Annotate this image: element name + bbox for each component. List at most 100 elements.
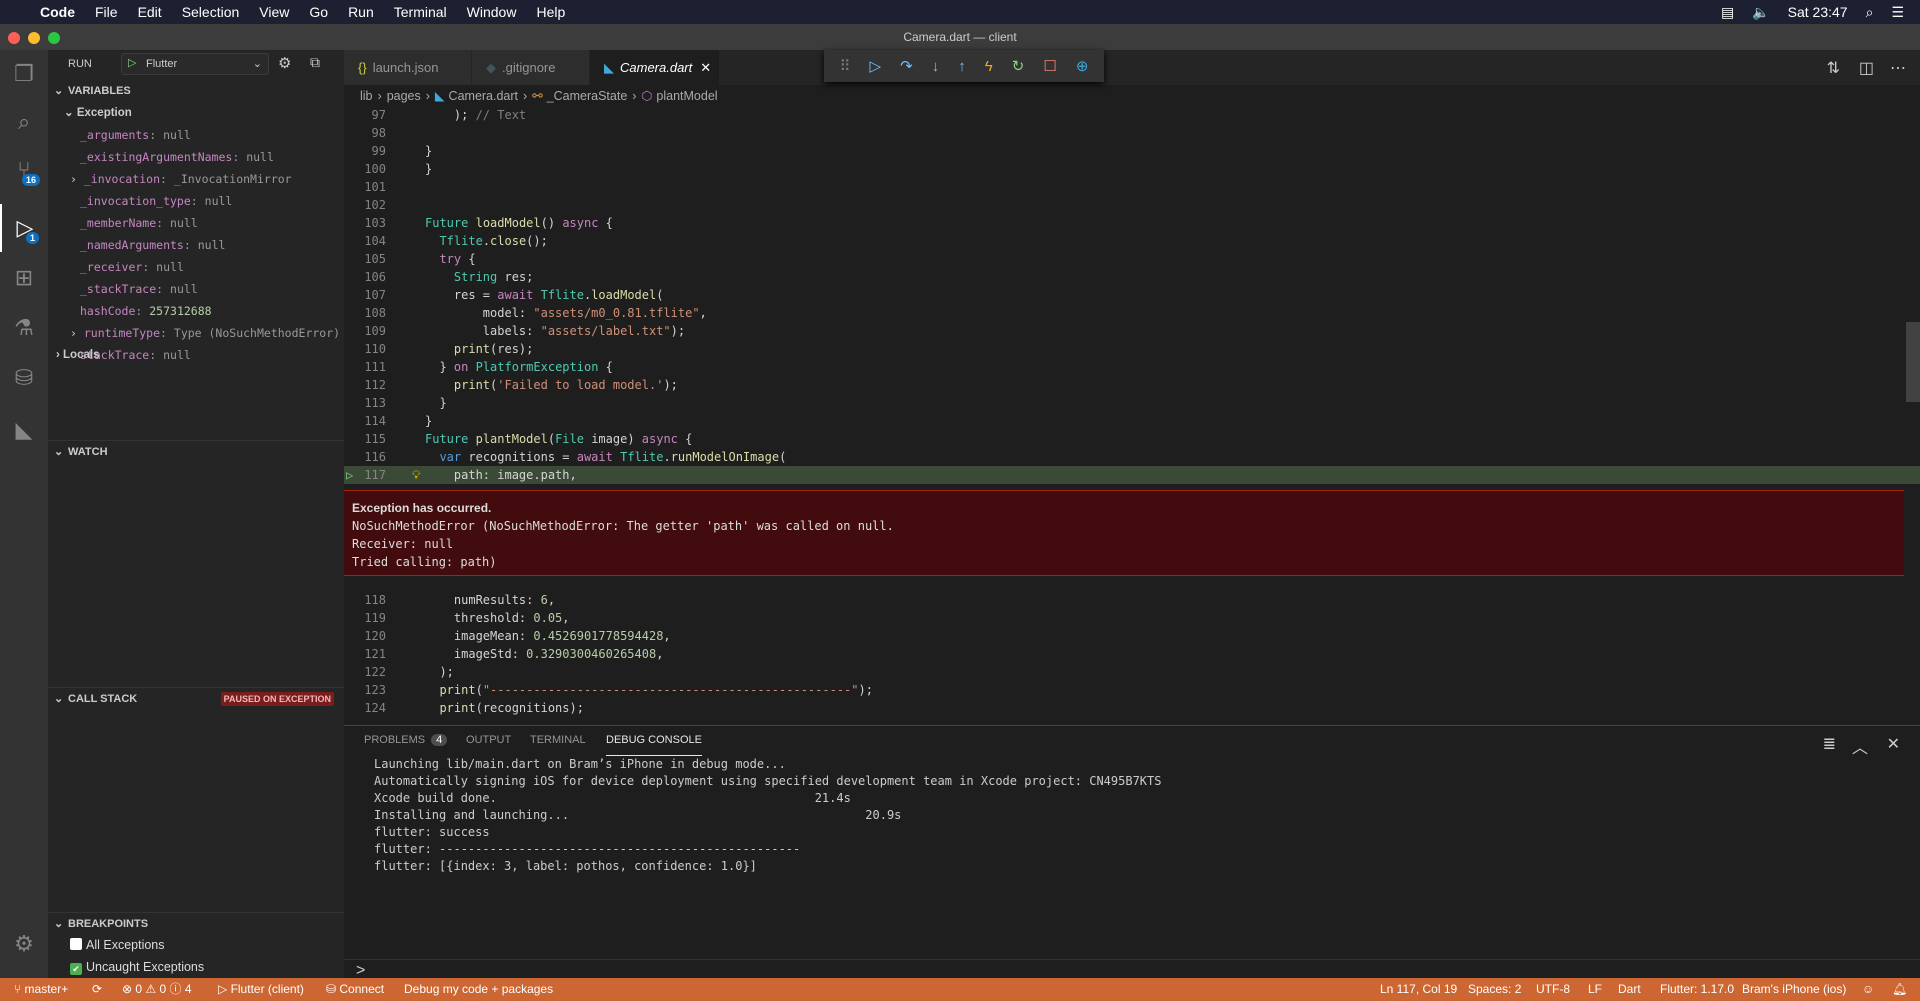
code-line[interactable]: 120 imageMean: 0.4526901778594428, — [344, 627, 1920, 645]
split-editor-icon[interactable]: ◫ — [1859, 58, 1874, 78]
breakpoint-item[interactable]: ✔ Uncaught Exceptions — [70, 956, 204, 978]
indentation[interactable]: Spaces: 2 — [1468, 978, 1521, 1001]
code-line[interactable]: 119 threshold: 0.05, — [344, 609, 1920, 627]
close-panel-icon[interactable]: ✕ — [1887, 734, 1900, 754]
debug-mode-status[interactable]: Debug my code + packages — [404, 978, 553, 1001]
code-line[interactable]: 103 Future loadModel() async { — [344, 214, 1920, 232]
menu-run[interactable]: Run — [338, 4, 384, 20]
code-line[interactable]: 101 — [344, 178, 1920, 196]
callstack-section-header[interactable]: ⌄ CALL STACK PAUSED ON EXCEPTION — [48, 687, 344, 709]
spotlight-search-icon[interactable]: ⌕ — [1866, 4, 1874, 21]
feedback-icon[interactable]: ☺ — [1862, 978, 1874, 1001]
branch-status[interactable]: ⑂ master+ — [14, 978, 68, 1001]
flutter-version[interactable]: Flutter: 1.17.0 — [1660, 978, 1734, 1001]
code-line[interactable]: 110 print(res); — [344, 340, 1920, 358]
code-line[interactable]: 111 } on PlatformException { — [344, 358, 1920, 376]
code-line[interactable]: 98 — [344, 124, 1920, 142]
extensions-icon[interactable]: ⊞ — [0, 254, 48, 302]
locals-scope[interactable]: › Locals — [56, 344, 99, 366]
debug-session-status[interactable]: ▷ Flutter (client) — [218, 978, 304, 1001]
code-line[interactable]: 113 } — [344, 394, 1920, 412]
code-line[interactable]: 107 res = await Tflite.loadModel( — [344, 286, 1920, 304]
menu-terminal[interactable]: Terminal — [384, 4, 457, 20]
code-line[interactable]: 116 var recognitions = await Tflite.runM… — [344, 448, 1920, 466]
code-line[interactable]: 122 ); — [344, 663, 1920, 681]
minimize-window-button[interactable] — [28, 32, 40, 44]
breadcrumb-item[interactable]: plantModel — [656, 89, 717, 103]
open-changes-icon[interactable]: ⇅ — [1827, 58, 1840, 78]
flutter-inspector-icon[interactable]: ⊕ — [1076, 57, 1089, 75]
panel-tab-problems[interactable]: PROBLEMS 4 — [364, 734, 448, 756]
clear-console-icon[interactable]: ≣ — [1823, 734, 1836, 754]
breadcrumb-item[interactable]: lib — [360, 89, 373, 103]
variable-item[interactable]: _namedArguments: null — [80, 234, 225, 256]
debug-console-input[interactable]: > — [344, 959, 1920, 979]
code-line[interactable]: 105 try { — [344, 250, 1920, 268]
variable-item[interactable]: _receiver: null — [80, 256, 184, 278]
variable-item[interactable]: hashCode: 257312688 — [80, 300, 212, 322]
code-line[interactable]: 102 — [344, 196, 1920, 214]
watch-section-header[interactable]: ⌄ WATCH — [48, 440, 344, 462]
menu-view[interactable]: View — [249, 4, 299, 20]
code-line[interactable]: 115 Future plantModel(File image) async { — [344, 430, 1920, 448]
restart-icon[interactable]: ↻ — [1012, 57, 1025, 75]
chevron-right-icon[interactable]: › — [70, 326, 84, 340]
run-debug-icon[interactable]: ▷ 1 — [0, 204, 48, 252]
device-selector[interactable]: Bram's iPhone (ios) — [1742, 978, 1846, 1001]
source-control-icon[interactable]: ⑂ 16 — [0, 146, 48, 194]
breakpoint-item[interactable]: All Exceptions — [70, 934, 165, 956]
menu-edit[interactable]: Edit — [128, 4, 172, 20]
volume-icon[interactable]: 🔈 — [1752, 4, 1769, 21]
code-line[interactable]: 117 ▷ 💡︎ path: image.path, — [344, 466, 1920, 484]
language-mode[interactable]: Dart — [1618, 978, 1641, 1001]
hot-reload-icon[interactable]: ϟ — [985, 58, 993, 75]
panel-tab-terminal[interactable]: TERMINAL — [530, 734, 586, 756]
connect-status[interactable]: ⛁ Connect — [326, 978, 384, 1001]
explorer-icon[interactable]: ❐ — [0, 50, 48, 98]
flag-icon[interactable]: ▤ — [1721, 4, 1734, 21]
problems-status[interactable]: ⊗ 0 ⚠ 0 ⓘ 4 — [122, 978, 192, 1001]
maximize-window-button[interactable] — [48, 32, 60, 44]
search-icon[interactable]: ⌕ — [0, 98, 48, 146]
panel-tab-output[interactable]: OUTPUT — [466, 734, 511, 756]
close-window-button[interactable] — [8, 32, 20, 44]
breadcrumb-item[interactable]: Camera.dart — [449, 89, 518, 103]
flutter-icon[interactable]: ◣ — [0, 406, 48, 454]
chevron-right-icon[interactable]: › — [70, 172, 84, 186]
settings-gear-icon[interactable]: ⚙ — [0, 920, 48, 968]
code-line[interactable]: 123 print("-----------------------------… — [344, 681, 1920, 699]
variable-item[interactable]: _invocation_type: null — [80, 190, 232, 212]
menu-window[interactable]: Window — [457, 4, 527, 20]
editor-scrollbar[interactable] — [1906, 322, 1920, 402]
breadcrumb-item[interactable]: pages — [387, 89, 421, 103]
code-line[interactable]: 112 print('Failed to load model.'); — [344, 376, 1920, 394]
tab-launchjson[interactable]: {} launch.json — [344, 50, 472, 85]
clock[interactable]: Sat 23:47 — [1788, 4, 1848, 20]
sync-icon[interactable]: ⟳ — [92, 978, 102, 1001]
menu-app-name[interactable]: Code — [30, 4, 85, 20]
breakpoints-section-header[interactable]: ⌄ BREAKPOINTS — [48, 912, 344, 934]
stop-icon[interactable]: ☐ — [1043, 57, 1056, 75]
menu-help[interactable]: Help — [526, 4, 575, 20]
code-line[interactable]: 99} — [344, 142, 1920, 160]
variable-item[interactable]: › _invocation: _InvocationMirror — [70, 168, 292, 190]
code-line[interactable]: 106 String res; — [344, 268, 1920, 286]
tab-Cameradart[interactable]: ◣ Camera.dart ✕ — [590, 50, 720, 85]
step-into-icon[interactable]: ↓ — [932, 58, 940, 75]
encoding[interactable]: UTF-8 — [1536, 978, 1570, 1001]
start-debugging-icon[interactable]: ▷ — [128, 56, 136, 69]
code-line[interactable]: 100} — [344, 160, 1920, 178]
gear-icon[interactable]: ⚙ — [278, 54, 291, 72]
variable-item[interactable]: _arguments: null — [80, 124, 191, 146]
menu-file[interactable]: File — [85, 4, 128, 20]
cursor-position[interactable]: Ln 117, Col 19 — [1380, 978, 1457, 1001]
exception-scope[interactable]: ⌄ Exception — [64, 102, 132, 124]
debug-console-icon[interactable]: ⧉ — [310, 54, 320, 71]
more-actions-icon[interactable]: ⋯ — [1890, 58, 1906, 78]
variable-item[interactable]: _stackTrace: null — [80, 278, 198, 300]
eol[interactable]: LF — [1588, 978, 1602, 1001]
variable-item[interactable]: _existingArgumentNames: null — [80, 146, 274, 168]
database-icon[interactable]: ⛁ — [0, 354, 48, 402]
code-line[interactable]: 118 numResults: 6, — [344, 591, 1920, 609]
code-line[interactable]: 104 Tflite.close(); — [344, 232, 1920, 250]
